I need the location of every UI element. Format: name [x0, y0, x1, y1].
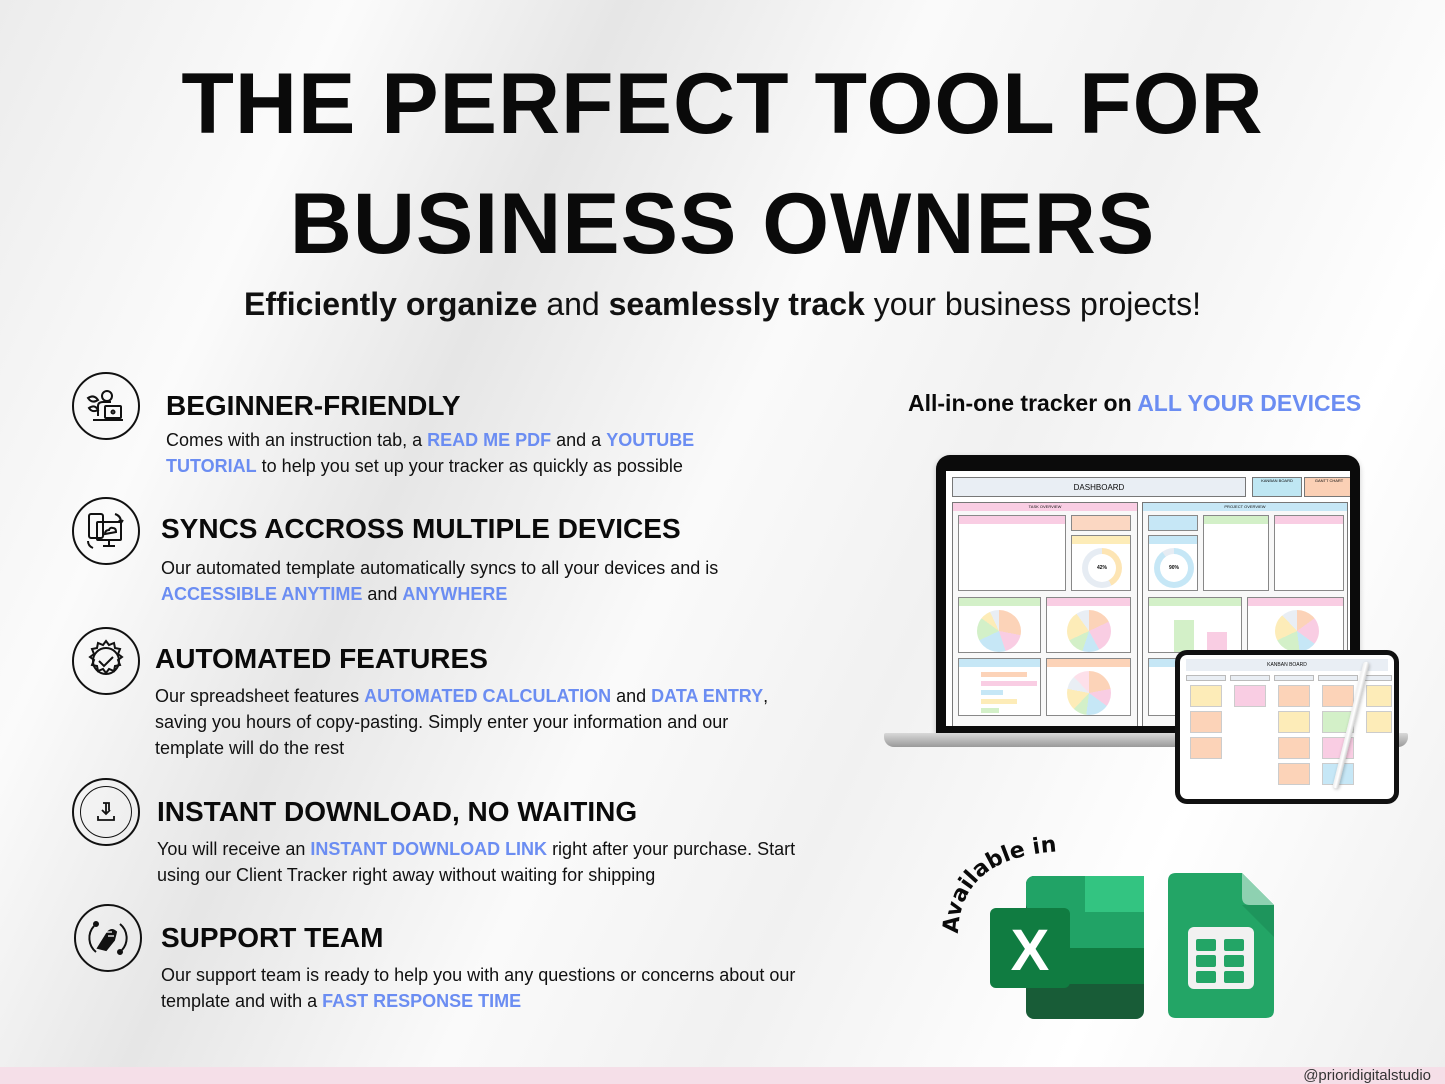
subtitle-text-2: and — [537, 286, 609, 322]
feature-title: AUTOMATED FEATURES — [155, 643, 488, 674]
kanban-board-button: KANBAN BOARD — [1252, 477, 1302, 497]
google-sheets-icon — [1168, 873, 1274, 1018]
desc-highlight: INSTANT DOWNLOAD LINK — [310, 839, 548, 859]
kanban-board-title: KANBAN BOARD — [1186, 659, 1388, 671]
excel-icon: X — [990, 876, 1144, 1019]
kanban-card — [1234, 685, 1266, 707]
kanban-card — [1190, 685, 1222, 707]
task-overview-panel: TASK OVERVIEW 42% — [952, 502, 1138, 726]
task-progress: 42% — [1071, 535, 1131, 591]
kanban-column — [1318, 675, 1358, 681]
kanban-column — [1230, 675, 1270, 681]
project-end-today — [1274, 515, 1344, 591]
subtitle-bold-1: Efficiently organize — [244, 286, 538, 322]
subtitle: Efficiently organize and seamlessly trac… — [0, 286, 1445, 323]
profitable-value: 90% — [1160, 554, 1188, 582]
kanban-column — [1186, 675, 1226, 681]
kanban-card — [1322, 685, 1354, 707]
desc-highlight: ACCESSIBLE ANYTIME — [161, 584, 363, 604]
download-icon — [72, 778, 140, 846]
desc-text: Our automated template automatically syn… — [161, 558, 719, 578]
desc-text: and a — [551, 430, 607, 450]
desc-text: Comes with an instruction tab, a — [166, 430, 428, 450]
gear-check-icon — [72, 627, 140, 695]
title-line-2: BUSINESS OWNERS — [289, 176, 1156, 272]
kanban-card — [1278, 763, 1310, 785]
desc-highlight: FAST RESPONSE TIME — [322, 991, 522, 1011]
subtitle-bold-3: seamlessly track — [608, 286, 865, 322]
person-laptop-leaf-icon — [72, 372, 140, 440]
kanban-card — [1366, 711, 1392, 733]
page-title: THE PERFECT TOOL FOR BUSINESS OWNERS — [0, 48, 1445, 280]
task-distribution-pie — [1067, 610, 1111, 652]
feature-title: SYNCS ACCROSS MULTIPLE DEVICES — [161, 513, 681, 544]
profitable-vs-non-profitable: 90% — [1148, 535, 1198, 591]
devices-sync-icon — [72, 497, 140, 565]
footer-bar — [0, 1067, 1445, 1084]
panel-header: PROJECT OVERVIEW — [1143, 503, 1347, 511]
desc-highlight: ANYWHERE — [402, 584, 508, 604]
brand-handle: @prioridigitalstudio — [1303, 1067, 1431, 1084]
title-line-1: THE PERFECT TOOL FOR — [181, 56, 1264, 152]
devices-heading-text: All-in-one tracker on — [908, 390, 1138, 416]
task-progress-value: 42% — [1088, 554, 1116, 582]
task-priority — [958, 658, 1041, 716]
gantt-chart-button: GANTT CHART — [1304, 477, 1350, 497]
todays-tasks — [958, 515, 1066, 591]
kanban-card — [1278, 737, 1310, 759]
svg-text:X: X — [1011, 918, 1050, 983]
kanban-card — [1190, 711, 1222, 733]
kanban-card — [1278, 685, 1310, 707]
devices-heading: All-in-one tracker on ALL YOUR DEVICES — [908, 390, 1361, 417]
project-manager-distribution — [1247, 597, 1344, 653]
desc-text: You will receive an — [157, 839, 311, 859]
budget-vs-expenses — [1148, 597, 1242, 653]
desc-highlight: DATA ENTRY — [651, 686, 764, 706]
feature-title: BEGINNER-FRIENDLY — [166, 390, 461, 421]
handshake-support-icon — [74, 904, 142, 972]
kanban-card — [1190, 737, 1222, 759]
feature-description: Our automated template automatically syn… — [161, 555, 761, 607]
desc-text: Our spreadsheet features — [155, 686, 365, 706]
kanban-category-pie — [1067, 671, 1111, 715]
desc-highlight: AUTOMATED CALCULATION — [364, 686, 612, 706]
task-status-pie — [977, 610, 1021, 652]
desc-highlight: READ ME PDF — [427, 430, 552, 450]
dashboard-title: DASHBOARD — [952, 477, 1246, 497]
kanban-column — [1274, 675, 1314, 681]
feature-description: Comes with an instruction tab, a READ ME… — [166, 427, 726, 479]
feature-title: INSTANT DOWNLOAD, NO WAITING — [157, 796, 638, 827]
profitable-donut: 90% — [1154, 548, 1194, 588]
project-manager-pie — [1275, 610, 1319, 652]
kanban-card — [1366, 685, 1392, 707]
kanban-card — [1278, 711, 1310, 733]
desc-text: and — [362, 584, 403, 604]
kanban-category-distribution — [1046, 658, 1131, 716]
kanban-column — [1362, 675, 1392, 681]
task-distribution — [1046, 597, 1131, 653]
feature-description: Our spreadsheet features AUTOMATED CALCU… — [155, 683, 800, 761]
overall-project-completed — [1148, 515, 1198, 531]
tasks-completed — [1071, 515, 1131, 531]
devices-heading-highlight: ALL YOUR DEVICES — [1137, 390, 1362, 416]
panel-header: TASK OVERVIEW — [953, 503, 1137, 511]
feature-title: SUPPORT TEAM — [161, 922, 384, 953]
feature-description: Our support team is ready to help you wi… — [161, 962, 806, 1014]
task-status — [958, 597, 1041, 653]
desc-text: and — [611, 686, 652, 706]
subtitle-text-4: your business projects! — [864, 286, 1201, 322]
task-progress-donut: 42% — [1082, 548, 1122, 588]
project-start-today — [1203, 515, 1269, 591]
desc-text: to help you set up your tracker as quick… — [256, 456, 683, 476]
feature-description: You will receive an INSTANT DOWNLOAD LIN… — [157, 836, 797, 888]
